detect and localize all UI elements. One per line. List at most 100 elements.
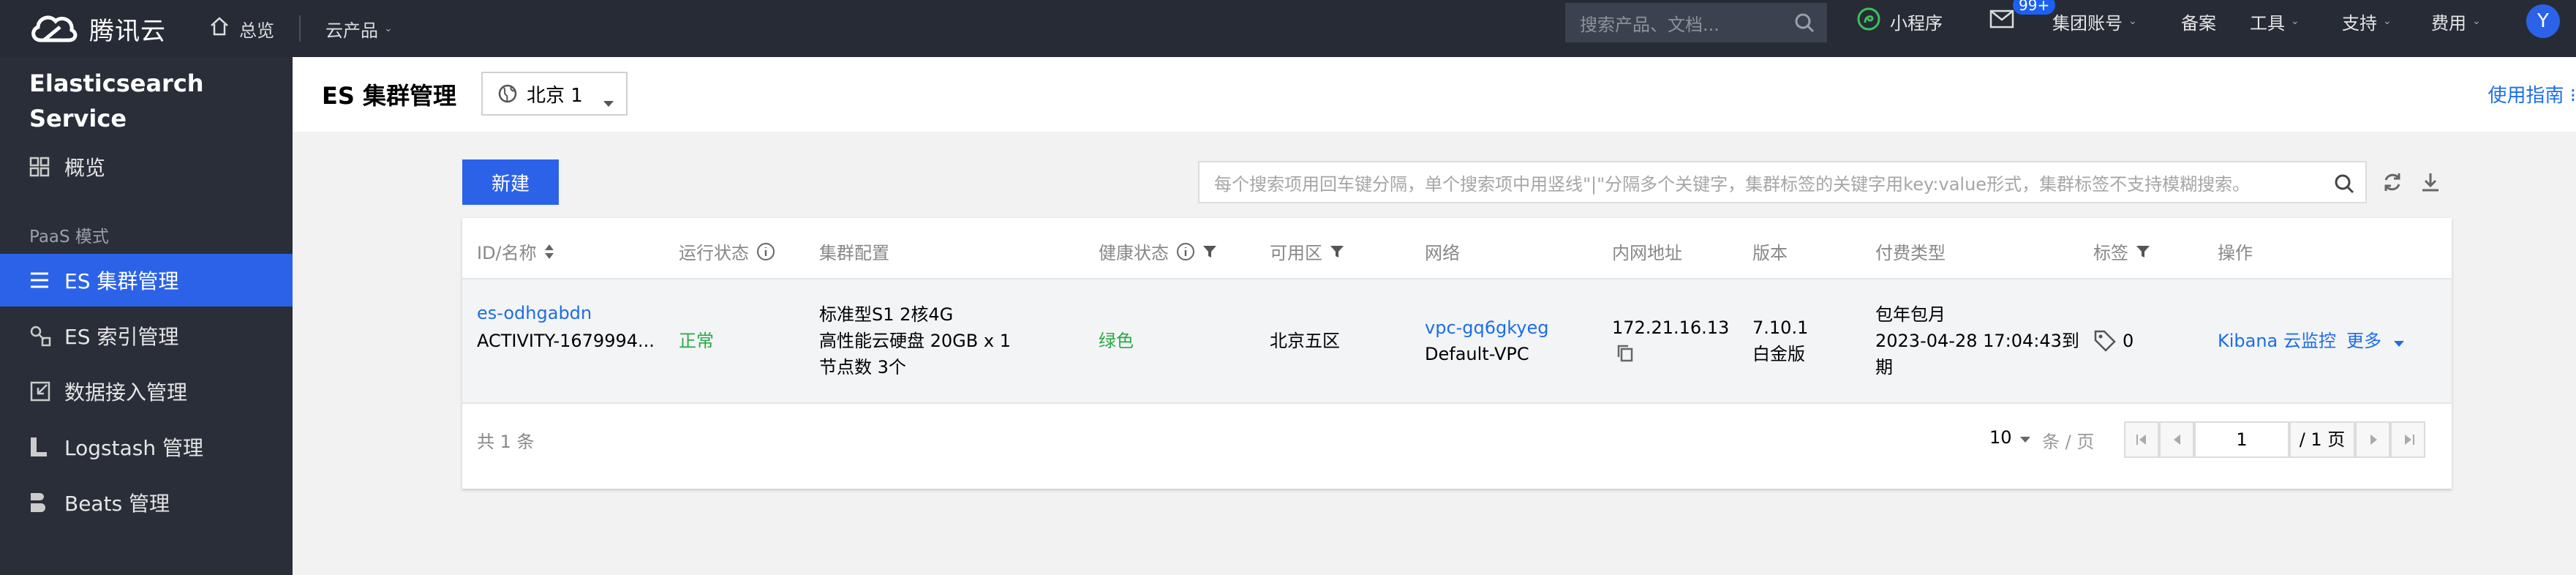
create-cluster-button[interactable]: 新建: [462, 159, 559, 205]
vpc-link[interactable]: vpc-gq6gkyeg: [1425, 315, 1549, 341]
first-page-button[interactable]: [2124, 421, 2159, 458]
mini-program-link[interactable]: 小程序: [1856, 0, 1943, 42]
cluster-id-link[interactable]: es-odhgabdn: [477, 300, 592, 326]
sidebar-item-label: 概览: [64, 156, 106, 180]
overview-link[interactable]: 总览: [208, 15, 274, 42]
config-spec: 标准型S1 2核4G: [819, 304, 954, 325]
sidebar-item-label: ES 索引管理: [64, 325, 179, 349]
cloud-monitor-link[interactable]: 云监控: [2283, 328, 2336, 354]
mail-button[interactable]: [1989, 0, 2014, 42]
sidebar-item-data-ingest[interactable]: 数据接入管理: [0, 365, 293, 418]
logo[interactable]: 腾讯云: [28, 11, 166, 47]
previous-page-button[interactable]: [2159, 421, 2194, 458]
page-number-input[interactable]: 1: [2194, 421, 2289, 458]
region-select[interactable]: 北京 1: [481, 72, 628, 116]
cloud-logo-icon: [28, 11, 79, 46]
support-menu[interactable]: 支持 ⌄: [2342, 0, 2392, 42]
overview-label: 总览: [239, 20, 274, 41]
tag-icon[interactable]: [2093, 329, 2117, 360]
page-size-select[interactable]: 10: [1989, 420, 2031, 448]
health-value: 绿色: [1099, 331, 1134, 351]
user-avatar[interactable]: Y: [2526, 4, 2560, 38]
product-title-line2: Service: [29, 105, 127, 132]
group-account-label: 集团账号: [2052, 12, 2123, 34]
column-header-zone: 可用区: [1270, 238, 1344, 264]
chevron-down-icon: ⌄: [2128, 15, 2137, 27]
column-header-private-ip: 内网地址: [1612, 238, 1682, 264]
tools-menu[interactable]: 工具 ⌄: [2250, 0, 2300, 42]
grid-icon: [29, 157, 54, 177]
billing-menu[interactable]: 费用 ⌄: [2431, 0, 2481, 42]
download-icon[interactable]: [2419, 171, 2441, 193]
home-icon: [208, 15, 230, 42]
column-header-run-status: 运行状态: [679, 238, 775, 264]
sidebar-section-label: PaaS 模式: [29, 228, 109, 247]
chevron-right-icon: [2370, 434, 2379, 448]
edition-value: 白金版: [1752, 344, 1805, 364]
usage-guide-link[interactable]: 使用指南 ⁝: [2488, 80, 2576, 108]
column-header-id[interactable]: ID/名称: [477, 238, 554, 264]
sidebar-item-overview[interactable]: 概览: [0, 140, 293, 193]
beats-icon: [29, 492, 54, 514]
top-navbar: 腾讯云 总览 云产品 ⌄ 搜索产品、文档... 小程序 99+ 集团账号 ⌄ 备…: [0, 0, 2576, 57]
sidebar-item-label: Logstash 管理: [64, 436, 203, 460]
column-header-actions: 操作: [2218, 238, 2253, 264]
product-title: Elasticsearch Service: [29, 66, 204, 136]
product-search-input[interactable]: 搜索产品、文档...: [1565, 3, 1827, 42]
page-header: ES 集群管理 北京 1 使用指南 ⁝: [293, 57, 2576, 132]
page-size-value: 10: [1989, 427, 2012, 448]
run-status-value: 正常: [679, 331, 714, 351]
column-label: 健康状态: [1099, 243, 1169, 263]
next-page-button[interactable]: [2355, 421, 2390, 458]
mini-program-icon: [1856, 7, 1881, 36]
mail-count-badge: 99+: [2013, 0, 2056, 15]
vpc-name: Default-VPC: [1425, 344, 1529, 364]
sidebar: Elasticsearch Service 概览 PaaS 模式 ES 集群管理…: [0, 57, 293, 575]
filter-icon[interactable]: [1202, 244, 1217, 259]
logo-text: 腾讯云: [89, 16, 166, 46]
column-label: 标签: [2093, 243, 2128, 263]
filter-icon[interactable]: [1330, 244, 1344, 259]
chevron-down-icon: ⌄: [2472, 15, 2481, 27]
sidebar-item-es-index[interactable]: ES 索引管理: [0, 309, 293, 362]
column-label: 版本: [1752, 243, 1788, 263]
globe-icon: [497, 83, 518, 104]
billing-expiry-suffix: 期: [1875, 357, 1893, 377]
products-label: 云产品: [325, 20, 378, 41]
search-placeholder: 搜索产品、文档...: [1580, 14, 1720, 35]
search-icon[interactable]: [1793, 12, 1815, 38]
sidebar-item-logstash[interactable]: Logstash 管理: [0, 421, 293, 473]
copy-icon[interactable]: [1616, 344, 1634, 370]
info-icon[interactable]: [1176, 242, 1195, 261]
search-placeholder: 每个搜索项用回车键分隔，单个搜索项中用竖线"|"分隔多个关键字，集群标签的关键字…: [1214, 173, 2251, 195]
column-label: 付费类型: [1875, 243, 1946, 263]
kibana-link[interactable]: Kibana: [2218, 328, 2278, 354]
index-icon: [29, 325, 54, 347]
column-label: 集群配置: [819, 243, 889, 263]
search-icon[interactable]: [2333, 173, 2355, 199]
column-header-billing: 付费类型: [1875, 238, 1946, 264]
last-page-button[interactable]: [2390, 421, 2425, 458]
version-value: 7.10.1: [1752, 317, 1809, 338]
more-label: 更多: [2346, 331, 2381, 351]
filter-icon[interactable]: [2136, 244, 2150, 259]
sidebar-item-beats[interactable]: Beats 管理: [0, 476, 293, 529]
column-header-network: 网络: [1425, 238, 1460, 264]
cluster-table: ID/名称 运行状态 集群配置 健康状态 可用区 网络 内网地址 版本 付费类型…: [462, 218, 2452, 489]
more-actions-menu[interactable]: 更多: [2346, 328, 2405, 355]
record-link[interactable]: 备案: [2181, 0, 2216, 42]
sidebar-item-es-cluster[interactable]: ES 集群管理: [0, 254, 293, 307]
column-header-health: 健康状态: [1099, 238, 1217, 264]
cluster-name: ACTIVITY-1679994...: [477, 331, 655, 351]
first-page-icon: [2136, 434, 2147, 448]
sort-icon[interactable]: [544, 244, 554, 260]
list-icon: [29, 271, 54, 289]
group-account-menu[interactable]: 集团账号 ⌄: [2052, 0, 2137, 42]
info-icon[interactable]: [756, 242, 775, 261]
column-header-version: 版本: [1752, 238, 1788, 264]
refresh-icon[interactable]: [2381, 171, 2403, 193]
zone-value: 北京五区: [1270, 331, 1340, 351]
cluster-search-input[interactable]: 每个搜索项用回车键分隔，单个搜索项中用竖线"|"分隔多个关键字，集群标签的关键字…: [1198, 161, 2367, 203]
products-menu[interactable]: 云产品 ⌄: [325, 16, 393, 42]
sidebar-item-label: ES 集群管理: [64, 269, 179, 293]
